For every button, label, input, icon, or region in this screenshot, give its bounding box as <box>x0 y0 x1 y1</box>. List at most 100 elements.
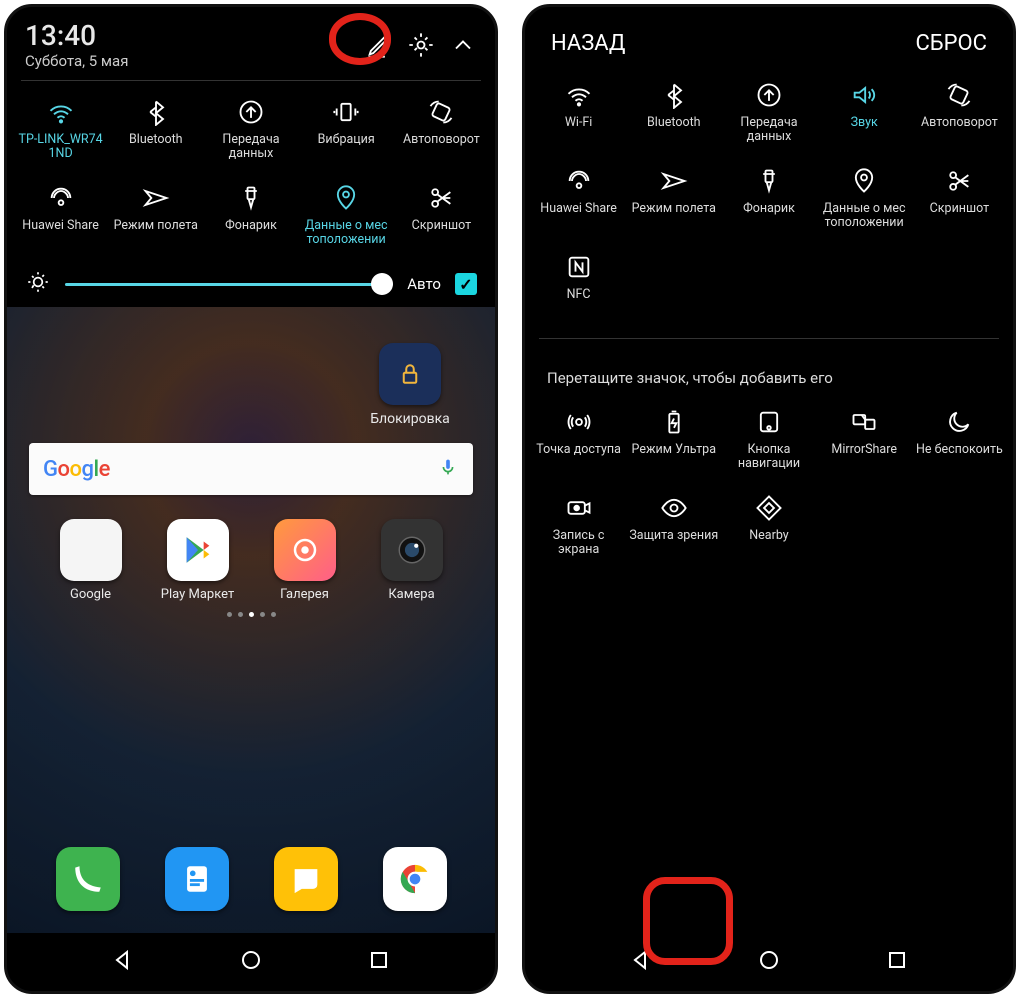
gear-icon[interactable] <box>407 31 435 63</box>
app-камера[interactable]: Камера <box>367 519 457 602</box>
qs-label: Передача данных <box>205 133 296 163</box>
qs-toggle-wifi[interactable]: Wi-Fi <box>531 74 626 156</box>
qs-toggle-sound[interactable]: Звук <box>817 74 912 156</box>
bluetooth-icon <box>659 80 689 110</box>
home-screen-backdrop: Блокировка Google Google Play Маркет Галер… <box>7 313 495 991</box>
lock-screen-widget[interactable]: Блокировка <box>355 343 465 427</box>
qs-toggle-location[interactable]: Данные о мес тоположении <box>299 177 394 259</box>
collapse-icon[interactable] <box>449 31 477 63</box>
nav-home-icon[interactable] <box>757 948 781 976</box>
dock-app-2[interactable] <box>274 847 338 917</box>
rotate-icon <box>426 97 456 127</box>
flash-icon <box>236 183 266 213</box>
qs-toggle-scissors[interactable]: Скриншот <box>394 177 489 259</box>
qs-toggle-navkey[interactable]: Кнопка навигации <box>721 401 816 483</box>
app-google[interactable]: Google <box>46 519 136 602</box>
app-row: Google Play Маркет Галерея Камера <box>7 495 495 608</box>
qs-toggle-flash[interactable]: Фонарик <box>721 160 816 242</box>
app-label: Play Маркет <box>153 587 243 602</box>
auto-brightness-label: Авто <box>407 275 441 293</box>
nfc-icon <box>564 252 594 282</box>
sound-icon <box>849 80 879 110</box>
edit-icon[interactable] <box>365 31 393 63</box>
qs-label: Режим полета <box>632 202 716 232</box>
nearby-icon <box>754 493 784 523</box>
auto-brightness-checkbox[interactable]: ✓ <box>455 273 477 295</box>
qs-label: Bluetooth <box>129 133 183 163</box>
dock-app-1[interactable] <box>165 847 229 917</box>
qs-toggle-bluetooth[interactable]: Bluetooth <box>108 91 203 173</box>
mic-icon[interactable] <box>437 456 459 482</box>
nav-recent-icon[interactable] <box>367 948 391 976</box>
plane-icon <box>659 166 689 196</box>
nav-recent-icon[interactable] <box>885 948 909 976</box>
qs-toggle-plane[interactable]: Режим полета <box>626 160 721 242</box>
app-play-маркет[interactable]: Play Маркет <box>153 519 243 602</box>
qs-label: Режим полета <box>114 219 198 249</box>
dock-app-0[interactable] <box>56 847 120 917</box>
qs-label: Защита зрения <box>629 529 718 559</box>
data-icon <box>754 80 784 110</box>
phone-quick-settings: 13:40 Суббота, 5 мая TP-LINK_WR74 1ND Blu… <box>4 4 498 994</box>
flash-icon <box>754 166 784 196</box>
qs-label: Вибрация <box>318 133 375 163</box>
qs-toggle-share[interactable]: Huawei Share <box>531 160 626 242</box>
qs-toggle-battery[interactable]: Режим Ультра <box>626 401 721 483</box>
clock-time: 13:40 <box>25 19 128 52</box>
qs-toggle-share[interactable]: Huawei Share <box>13 177 108 259</box>
qs-label: TP-LINK_WR74 1ND <box>15 133 106 163</box>
qs-label: Скриншот <box>412 219 471 249</box>
qs-toggle-mirror[interactable]: MirrorShare <box>817 401 912 483</box>
data-icon <box>236 97 266 127</box>
qs-label: Данные о мес тоположении <box>819 202 910 232</box>
qs-label: Запись с экрана <box>533 529 624 559</box>
app-label: Камера <box>367 587 457 602</box>
qs-label: Точка доступа <box>536 443 621 473</box>
dock-app-3[interactable] <box>383 847 447 917</box>
qs-toggle-nearby[interactable]: Nearby <box>721 487 816 569</box>
app-label: Галерея <box>260 587 350 602</box>
qs-toggle-rotate[interactable]: Автоповорот <box>912 74 1007 156</box>
back-button[interactable]: НАЗАД <box>551 31 625 56</box>
qs-toggle-bluetooth[interactable]: Bluetooth <box>626 74 721 156</box>
qs-toggle-data[interactable]: Передача данных <box>721 74 816 156</box>
qs-toggle-flash[interactable]: Фонарик <box>203 177 298 259</box>
qs-toggle-location[interactable]: Данные о мес тоположении <box>817 160 912 242</box>
qs-label: Передача данных <box>723 116 814 146</box>
qs-label: Кнопка навигации <box>723 443 814 473</box>
reset-button[interactable]: СБРОС <box>915 31 987 56</box>
qs-toggle-record[interactable]: Запись с экрана <box>531 487 626 569</box>
qs-label: Фонарик <box>743 202 795 232</box>
nav-back-icon[interactable] <box>111 948 135 976</box>
app-label: Google <box>46 587 136 602</box>
moon-icon <box>944 407 974 437</box>
app-галерея[interactable]: Галерея <box>260 519 350 602</box>
qs-toggle-nfc[interactable]: NFC <box>531 246 626 328</box>
google-logo: Google <box>43 456 110 482</box>
eye-icon <box>659 493 689 523</box>
clock-date: Суббота, 5 мая <box>25 52 128 70</box>
bluetooth-icon <box>141 97 171 127</box>
brightness-slider[interactable] <box>65 283 393 286</box>
scissors-icon <box>944 166 974 196</box>
lock-label: Блокировка <box>355 411 465 427</box>
qs-toggle-data[interactable]: Передача данных <box>203 91 298 173</box>
qs-toggle-rotate[interactable]: Автоповорот <box>394 91 489 173</box>
qs-toggle-moon[interactable]: Не беспокоить <box>912 401 1007 483</box>
plane-icon <box>141 183 171 213</box>
qs-toggle-eye[interactable]: Защита зрения <box>626 487 721 569</box>
nav-back-icon[interactable] <box>629 948 653 976</box>
qs-toggle-wifi[interactable]: TP-LINK_WR74 1ND <box>13 91 108 173</box>
qs-toggle-scissors[interactable]: Скриншот <box>912 160 1007 242</box>
google-search-bar[interactable]: Google <box>29 443 473 495</box>
battery-icon <box>659 407 689 437</box>
qs-toggle-vibrate[interactable]: Вибрация <box>299 91 394 173</box>
qs-toggle-hotspot[interactable]: Точка доступа <box>531 401 626 483</box>
hotspot-icon <box>564 407 594 437</box>
share-icon <box>564 166 594 196</box>
qs-label: Wi-Fi <box>565 116 593 146</box>
qs-toggle-plane[interactable]: Режим полета <box>108 177 203 259</box>
nav-home-icon[interactable] <box>239 948 263 976</box>
nav-bar <box>525 933 1013 991</box>
phone-qs-editor: НАЗАД СБРОС Wi-Fi BluetoothПередача данны… <box>522 4 1016 994</box>
